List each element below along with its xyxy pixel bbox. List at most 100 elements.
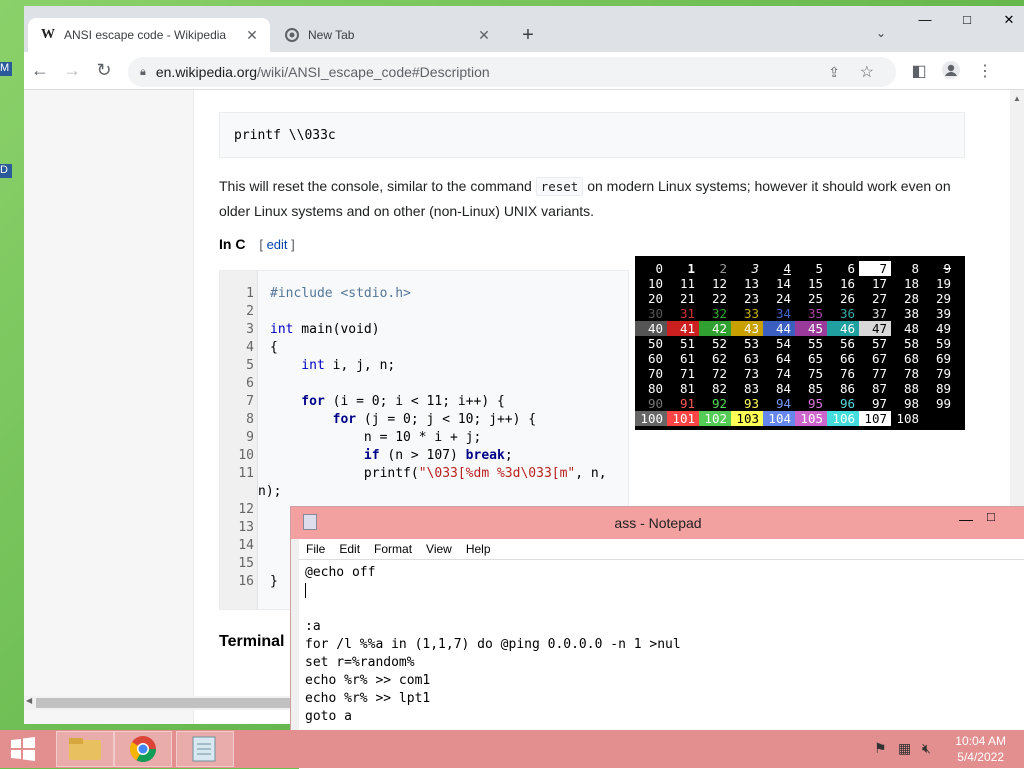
ansi-cell: 39 [935,306,951,321]
menu-view[interactable]: View [419,542,459,556]
lock-icon[interactable]: 🔒︎ [140,66,146,79]
minimize-button[interactable]: — [914,12,936,28]
taskbar-chrome[interactable] [114,731,172,767]
network-icon[interactable]: ▦ [898,740,911,757]
code-text: #include <stdio.h> [270,286,411,301]
ansi-cell: 86 [839,381,855,396]
text-line [305,600,1019,618]
browser-toolbar: ← → ↻ 🔒︎ en.wikipedia.org/wiki/ANSI_esca… [24,52,1024,90]
maximize-button[interactable]: □ [956,12,978,28]
notepad-titlebar[interactable]: ass - Notepad — □ [291,507,1024,539]
taskbar-file-explorer[interactable] [56,731,114,767]
code-line: 2 [220,303,630,321]
ansi-cell: 65 [807,351,823,366]
taskbar-notepad[interactable] [176,731,234,767]
url-text[interactable]: en.wikipedia.org/wiki/ANSI_escape_code#D… [156,64,490,80]
ansi-row: 30 31 32 33 34 35 36 37 38 39 [635,306,965,321]
close-tab-icon[interactable]: ✕ [242,27,262,44]
bookmark-star-icon[interactable]: ☆ [860,62,874,82]
ansi-cell: 11 [679,276,695,291]
tab-new-tab[interactable]: New Tab ✕ [272,18,502,52]
line-number: 16 [238,574,254,589]
close-window-button[interactable]: ✕ [998,12,1020,28]
clock-date: 5/4/2022 [957,750,1004,764]
edit-bracket: ] [287,237,295,252]
profile-avatar-icon[interactable] [940,61,962,84]
ansi-row: 80 81 82 83 84 85 86 87 88 89 [635,381,965,396]
menu-edit[interactable]: Edit [332,542,367,556]
back-arrow-icon[interactable]: ← [28,60,52,81]
code-keyword: int [270,358,325,373]
notepad-minimize-button[interactable]: — [959,511,973,527]
section-heading-in-c: In C [ edit ] [219,236,295,252]
code-text: printf( [270,466,419,481]
ansi-cell: 15 [807,276,823,291]
code-keyword: for [270,394,325,409]
desktop-icon[interactable]: M [0,62,12,76]
ansi-row: 60 61 62 63 64 65 66 67 68 69 [635,351,965,366]
forward-arrow-icon[interactable]: → [60,60,84,81]
menu-format[interactable]: Format [367,542,419,556]
ansi-row: 50 51 52 53 54 55 56 57 58 59 [635,336,965,351]
ansi-cell: 43 [731,321,763,336]
ansi-cell: 101 [667,411,699,426]
ansi-cell: 58 [903,336,919,351]
code-text: main(void) [293,322,380,337]
ansi-row: 70 71 72 73 74 75 76 77 78 79 [635,366,965,381]
code-line: 8 for (j = 0; j < 10; j++) { [220,411,630,429]
ansi-cell: 76 [839,366,855,381]
side-panel-icon[interactable]: ◧ [908,61,930,81]
ansi-cell: 77 [871,366,887,381]
code-text: , n, [575,466,607,481]
ansi-cell: 28 [903,291,919,306]
reload-icon[interactable]: ↻ [92,60,116,81]
ansi-cell: 96 [839,396,855,411]
address-bar[interactable]: 🔒︎ en.wikipedia.org/wiki/ANSI_escape_cod… [128,57,896,87]
new-tab-button[interactable]: + [516,24,540,47]
ansi-cell: 21 [679,291,695,306]
code-line: 4{ [220,339,630,357]
ansi-cell: 34 [775,306,791,321]
ansi-cell: 88 [903,381,919,396]
ansi-cell: 64 [775,351,791,366]
ansi-cell: 29 [935,291,951,306]
ansi-cell: 16 [839,276,855,291]
code-keyword: int [270,322,294,337]
horizontal-scrollbar[interactable]: ◀ [24,696,294,710]
ansi-cell: 0 [655,261,663,276]
ansi-cell: 49 [935,321,951,336]
menu-file[interactable]: File [299,542,332,556]
ansi-cell: 91 [679,396,695,411]
volume-muted-icon[interactable]: 🔇︎ [922,740,931,757]
ansi-cell: 108 [896,411,919,426]
menu-help[interactable]: Help [459,542,498,556]
desktop-icon[interactable]: D [0,164,12,178]
start-button[interactable] [8,736,38,762]
url-host: en.wikipedia.org [155,64,258,80]
tab-search-chevron-icon[interactable]: ⌄ [876,26,886,40]
ansi-cell: 10 [647,276,663,291]
scroll-up-arrow-icon[interactable]: ▲ [1013,94,1021,103]
share-icon[interactable]: ⇪ [828,64,840,81]
tab-wikipedia[interactable]: W ANSI escape code - Wikipedia ✕ [28,18,270,52]
wikipedia-favicon-icon: W [41,27,55,42]
notepad-app-icon [192,736,216,762]
kebab-menu-icon[interactable]: ⋮ [974,61,996,81]
code-text: n = 10 * i + j; [270,430,482,445]
code-text: i, j, n; [324,358,396,373]
code-line: 10 if (n > 107) break; [220,447,630,465]
ansi-cell: 48 [903,321,919,336]
notepad-maximize-button[interactable]: □ [987,509,995,524]
ansi-cell: 37 [871,306,887,321]
clock[interactable]: 10:04 AM 5/4/2022 [955,733,1006,765]
scrollbar-thumb[interactable] [36,698,292,708]
ansi-cell: 6 [847,261,855,276]
close-tab-icon[interactable]: ✕ [474,27,494,44]
line-number: 6 [246,376,254,391]
edit-link[interactable]: edit [267,237,288,252]
scroll-left-arrow-icon[interactable]: ◀ [26,696,32,705]
ansi-cell: 84 [775,381,791,396]
wiki-sidebar [24,90,194,724]
code-text: (i = 0; i < 11; i++) { [324,394,505,409]
action-center-flag-icon[interactable]: ⚑ [874,740,887,757]
